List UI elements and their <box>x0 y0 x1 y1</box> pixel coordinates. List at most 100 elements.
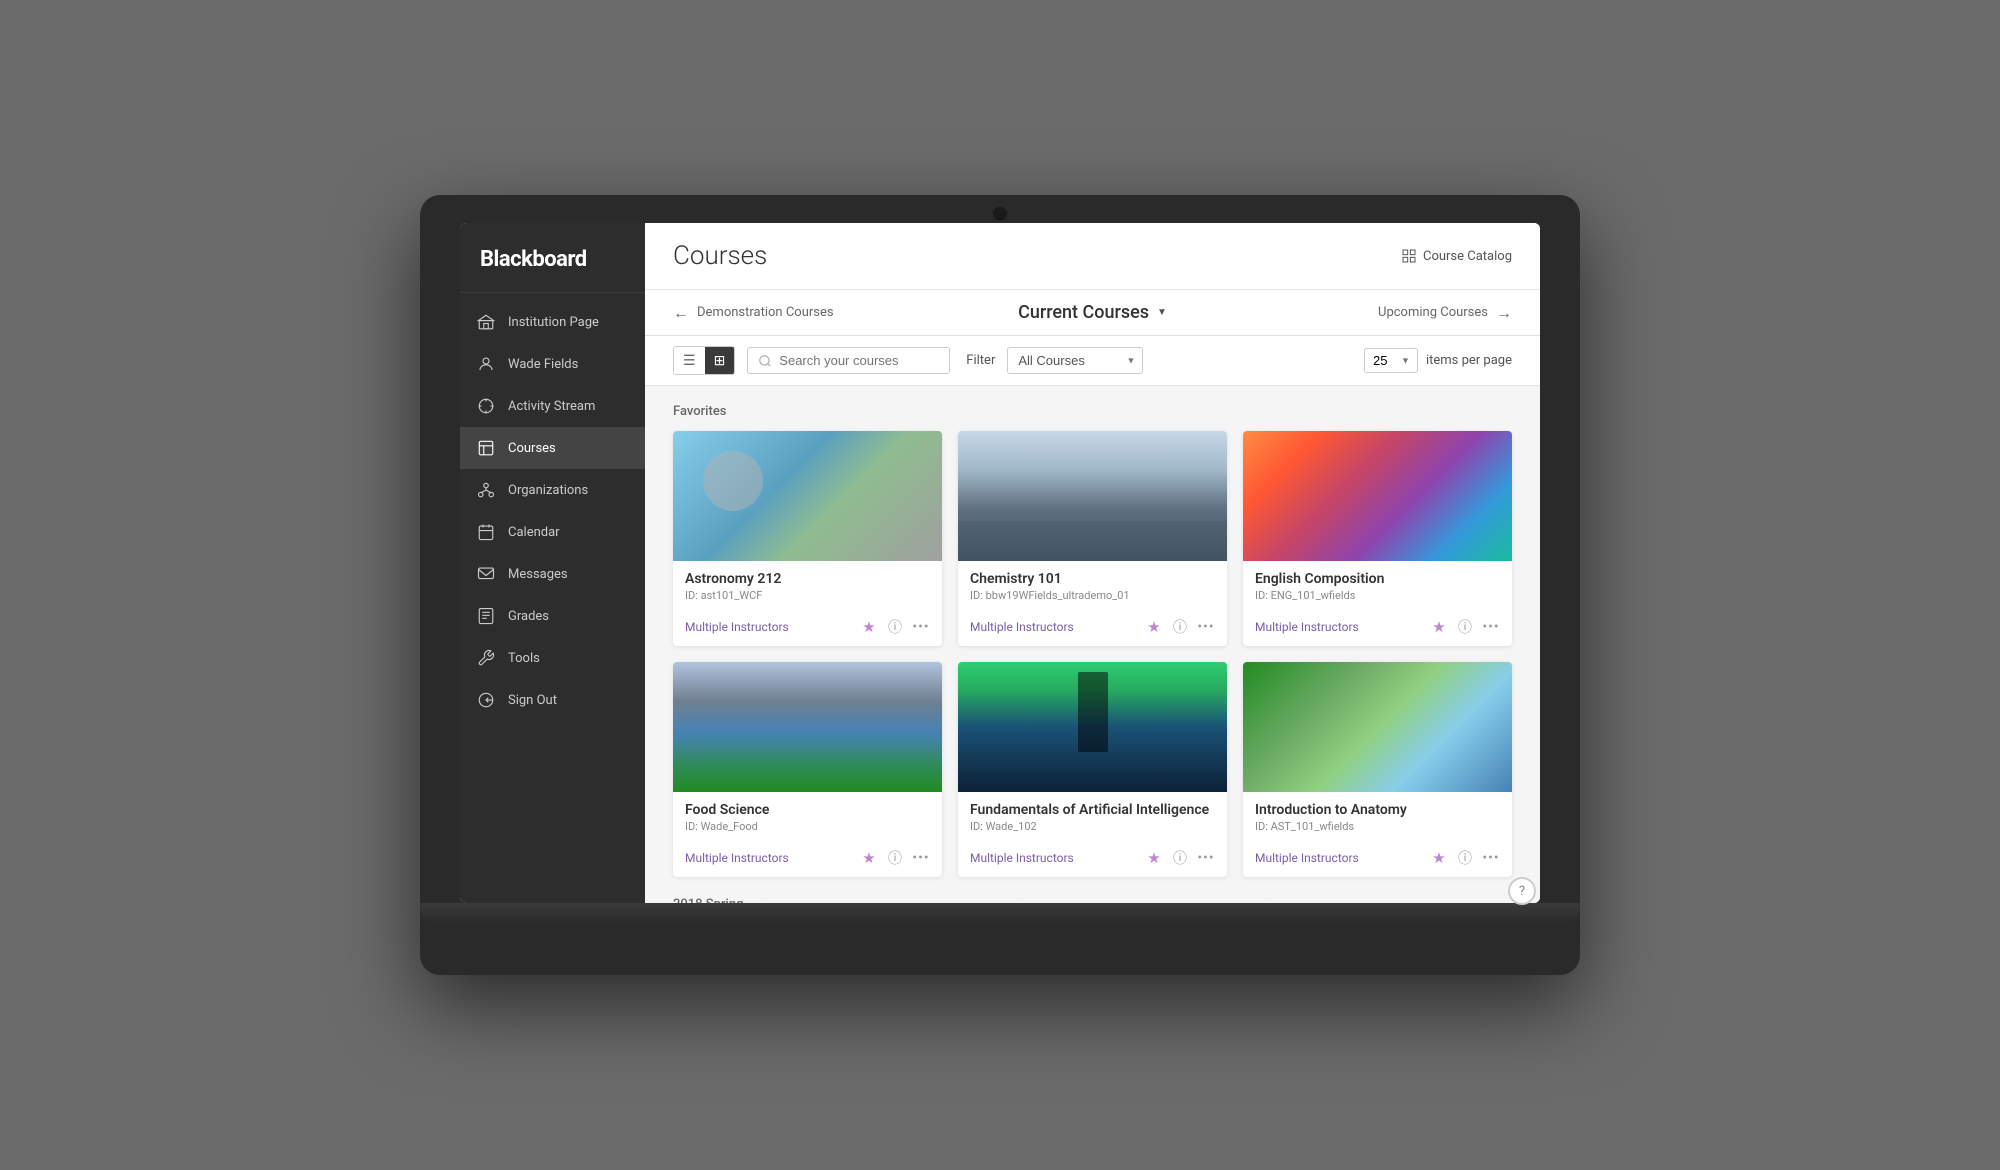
messages-icon <box>476 564 496 584</box>
more-button-chemistry[interactable]: ••• <box>1197 618 1215 636</box>
sidebar-item-signout[interactable]: Sign Out <box>460 679 645 721</box>
next-nav-label: Upcoming Courses <box>1378 305 1488 320</box>
sidebar-item-grades[interactable]: Grades <box>460 595 645 637</box>
main-content: Courses Course Catalog ← Demonstration C… <box>645 223 1540 903</box>
sidebar-item-organizations[interactable]: Organizations <box>460 469 645 511</box>
sidebar-label-profile: Wade Fields <box>508 357 578 372</box>
sidebar-item-courses[interactable]: Courses <box>460 427 645 469</box>
more-button-ai[interactable]: ••• <box>1197 849 1215 867</box>
more-button-english[interactable]: ••• <box>1482 618 1500 636</box>
course-footer-food: Multiple Instructors ★ ⓘ ••• <box>673 849 942 877</box>
next-nav[interactable]: Upcoming Courses → <box>1292 303 1512 323</box>
info-button-food[interactable]: ⓘ <box>886 849 904 867</box>
course-catalog-label: Course Catalog <box>1423 249 1512 264</box>
sidebar-item-profile[interactable]: Wade Fields <box>460 343 645 385</box>
instructors-link-ai[interactable]: Multiple Instructors <box>970 851 1074 865</box>
instructors-link-food[interactable]: Multiple Instructors <box>685 851 789 865</box>
course-info-chemistry: Chemistry 101 ID: bbw19WFields_ultrademo… <box>958 561 1227 618</box>
course-info-food: Food Science ID: Wade_Food <box>673 792 942 849</box>
organizations-icon <box>476 480 496 500</box>
course-name-chemistry: Chemistry 101 <box>970 571 1215 587</box>
sidebar-item-activity[interactable]: Activity Stream <box>460 385 645 427</box>
grades-icon <box>476 606 496 626</box>
course-card-astronomy: Astronomy 212 ID: ast101_WCF Multiple In… <box>673 431 942 646</box>
calendar-icon <box>476 522 496 542</box>
course-id-chemistry: ID: bbw19WFields_ultrademo_01 <box>970 589 1215 602</box>
star-button-chemistry[interactable]: ★ <box>1145 618 1163 636</box>
sidebar-item-institution[interactable]: Institution Page <box>460 301 645 343</box>
course-footer-english: Multiple Instructors ★ ⓘ ••• <box>1243 618 1512 646</box>
profile-icon <box>476 354 496 374</box>
instructors-link-astronomy[interactable]: Multiple Instructors <box>685 620 789 634</box>
sidebar-item-calendar[interactable]: Calendar <box>460 511 645 553</box>
course-image-food <box>673 662 942 792</box>
laptop-base <box>420 903 1580 925</box>
help-button[interactable]: ? <box>1508 877 1536 905</box>
sidebar-item-messages[interactable]: Messages <box>460 553 645 595</box>
instructors-link-chemistry[interactable]: Multiple Instructors <box>970 620 1074 634</box>
per-page-control: 25 50 100 items per page <box>1364 348 1512 373</box>
sidebar-label-organizations: Organizations <box>508 483 588 498</box>
catalog-icon <box>1401 248 1417 264</box>
course-footer-anatomy: Multiple Instructors ★ ⓘ ••• <box>1243 849 1512 877</box>
sidebar-label-tools: Tools <box>508 651 540 666</box>
sidebar: Blackboard Institution Page Wade Fields <box>460 223 645 903</box>
signout-icon <box>476 690 496 710</box>
more-button-anatomy[interactable]: ••• <box>1482 849 1500 867</box>
sidebar-label-activity: Activity Stream <box>508 399 595 414</box>
filter-select-wrapper: All Courses Current Courses Past Courses <box>1007 347 1143 374</box>
per-page-select[interactable]: 25 50 100 <box>1364 348 1418 373</box>
course-footer-astronomy: Multiple Instructors ★ ⓘ ••• <box>673 618 942 646</box>
course-actions-food: ★ ⓘ ••• <box>860 849 930 867</box>
list-view-button[interactable]: ☰ <box>674 347 705 374</box>
star-button-ai[interactable]: ★ <box>1145 849 1163 867</box>
course-card-english: English Composition ID: ENG_101_wfields … <box>1243 431 1512 646</box>
sidebar-item-tools[interactable]: Tools <box>460 637 645 679</box>
course-id-astronomy: ID: ast101_WCF <box>685 589 930 602</box>
sidebar-label-calendar: Calendar <box>508 525 560 540</box>
star-button-anatomy[interactable]: ★ <box>1430 849 1448 867</box>
prev-nav[interactable]: ← Demonstration Courses <box>673 303 893 323</box>
instructors-link-anatomy[interactable]: Multiple Instructors <box>1255 851 1359 865</box>
course-name-english: English Composition <box>1255 571 1500 587</box>
favorites-section-label: Favorites <box>673 404 1512 419</box>
course-catalog-button[interactable]: Course Catalog <box>1401 248 1512 264</box>
grid-view-button[interactable]: ⊞ <box>705 347 735 374</box>
course-id-food: ID: Wade_Food <box>685 820 930 833</box>
sidebar-nav: Institution Page Wade Fields Activity St… <box>460 293 645 903</box>
sidebar-label-institution: Institution Page <box>508 315 599 330</box>
current-nav[interactable]: Current Courses ▼ <box>893 302 1292 323</box>
info-button-english[interactable]: ⓘ <box>1456 618 1474 636</box>
course-actions-astronomy: ★ ⓘ ••• <box>860 618 930 636</box>
course-image-ai <box>958 662 1227 792</box>
course-name-astronomy: Astronomy 212 <box>685 571 930 587</box>
current-nav-dropdown-icon: ▼ <box>1157 307 1167 318</box>
course-id-anatomy: ID: AST_101_wfields <box>1255 820 1500 833</box>
per-page-select-wrapper: 25 50 100 <box>1364 348 1418 373</box>
course-actions-anatomy: ★ ⓘ ••• <box>1430 849 1500 867</box>
star-button-english[interactable]: ★ <box>1430 618 1448 636</box>
courses-icon <box>476 438 496 458</box>
info-button-anatomy[interactable]: ⓘ <box>1456 849 1474 867</box>
sidebar-label-messages: Messages <box>508 567 568 582</box>
more-button-food[interactable]: ••• <box>912 849 930 867</box>
instructors-link-english[interactable]: Multiple Instructors <box>1255 620 1359 634</box>
more-button-astronomy[interactable]: ••• <box>912 618 930 636</box>
spring-section-label: 2018 Spring <box>673 897 1512 903</box>
filter-select[interactable]: All Courses Current Courses Past Courses <box>1007 347 1143 374</box>
course-actions-chemistry: ★ ⓘ ••• <box>1145 618 1215 636</box>
info-button-chemistry[interactable]: ⓘ <box>1171 618 1189 636</box>
tools-icon <box>476 648 496 668</box>
view-toggle: ☰ ⊞ <box>673 346 735 375</box>
search-input[interactable] <box>779 353 939 368</box>
star-button-astronomy[interactable]: ★ <box>860 618 878 636</box>
info-button-ai[interactable]: ⓘ <box>1171 849 1189 867</box>
info-button-astronomy[interactable]: ⓘ <box>886 618 904 636</box>
course-name-food: Food Science <box>685 802 930 818</box>
course-info-anatomy: Introduction to Anatomy ID: AST_101_wfie… <box>1243 792 1512 849</box>
course-actions-english: ★ ⓘ ••• <box>1430 618 1500 636</box>
star-button-food[interactable]: ★ <box>860 849 878 867</box>
course-image-anatomy <box>1243 662 1512 792</box>
course-card-chemistry: Chemistry 101 ID: bbw19WFields_ultrademo… <box>958 431 1227 646</box>
sidebar-label-signout: Sign Out <box>508 693 557 708</box>
